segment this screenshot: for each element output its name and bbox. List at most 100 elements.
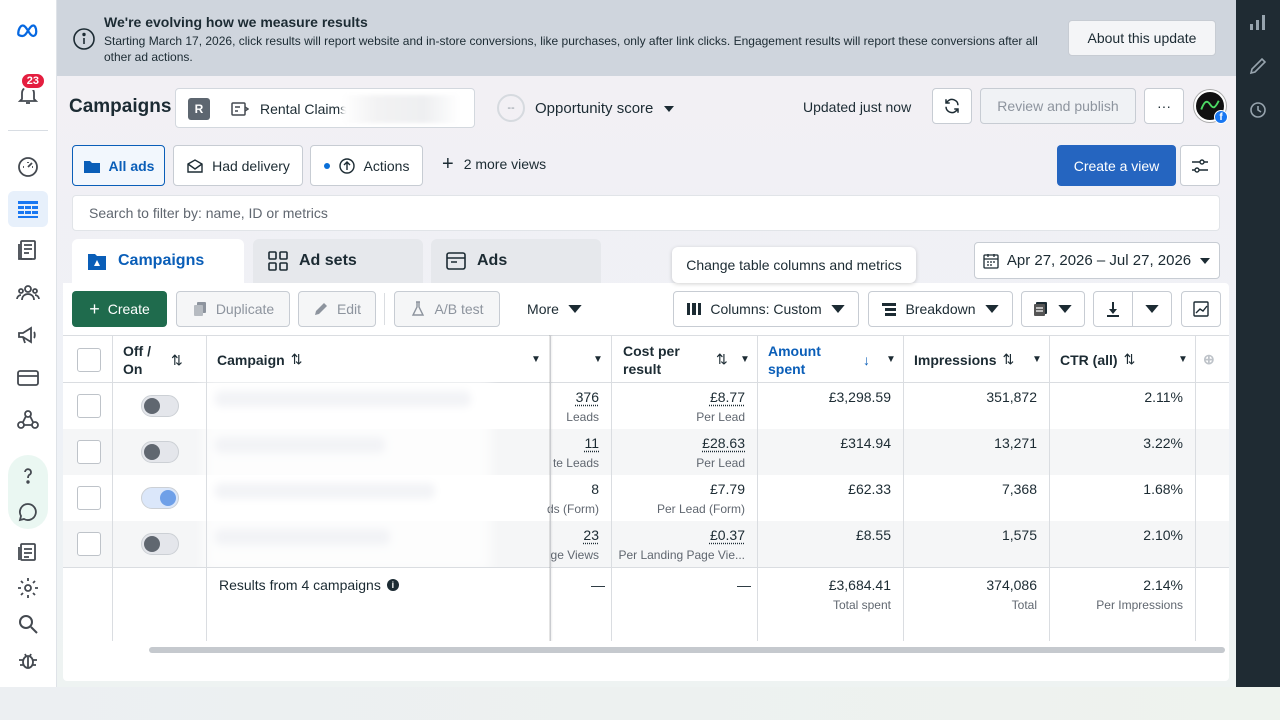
duplicate-button[interactable]: Duplicate [176, 291, 290, 327]
horizontal-scrollbar[interactable] [149, 647, 1225, 653]
dashboard-gauge-icon[interactable] [8, 149, 48, 185]
reports-button[interactable] [1021, 291, 1085, 327]
meta-logo-icon[interactable] [8, 12, 48, 48]
results-summary-label: Results from 4 campaigns [219, 577, 381, 593]
view-actions[interactable]: Actions [310, 145, 423, 186]
caret-down-icon[interactable]: ▼ [1178, 336, 1188, 383]
results-value[interactable]: 376 [549, 389, 599, 405]
pages-catalog-icon[interactable] [8, 232, 48, 268]
business-network-icon[interactable] [8, 402, 48, 438]
header-ctr[interactable]: CTR (all) ⇅ [1060, 336, 1170, 383]
history-clock-icon[interactable] [1248, 100, 1268, 120]
campaign-toggle[interactable] [141, 533, 179, 555]
campaign-toggle[interactable] [141, 395, 179, 417]
view-all-ads[interactable]: All ads [72, 145, 165, 186]
tab-campaigns[interactable]: Campaigns [72, 239, 244, 283]
audiences-people-icon[interactable] [8, 275, 48, 311]
select-all-checkbox[interactable] [77, 348, 101, 372]
sort-icon[interactable]: ⇅ [1124, 351, 1136, 368]
more-options-button[interactable]: ··· [1144, 88, 1184, 124]
cost-value[interactable]: £8.77 [623, 389, 745, 405]
export-button[interactable] [1093, 291, 1133, 327]
billing-card-icon[interactable] [8, 360, 48, 396]
user-avatar[interactable]: f [1194, 90, 1228, 124]
create-view-button[interactable]: Create a view [1057, 145, 1176, 186]
ab-test-button[interactable]: A/B test [394, 291, 500, 327]
caret-down-icon [984, 305, 999, 313]
caret-down-icon[interactable]: ▼ [886, 336, 896, 383]
header-impressions[interactable]: Impressions ⇅ [914, 336, 1034, 383]
search-filter-input[interactable]: Search to filter by: name, ID or metrics [72, 195, 1220, 231]
date-range-picker[interactable]: Apr 27, 2026 – Jul 27, 2026 [974, 242, 1220, 279]
bar-chart-icon[interactable] [1248, 12, 1268, 32]
sort-icon[interactable]: ⇅ [1002, 351, 1014, 368]
about-update-button[interactable]: About this update [1068, 20, 1216, 56]
sort-icon[interactable]: ⇅ [716, 336, 728, 383]
view-had-delivery[interactable]: Had delivery [173, 145, 303, 186]
header-ctr-label: CTR (all) [1060, 351, 1118, 368]
header-amount-spent[interactable]: Amount spent [768, 336, 848, 383]
header-off-on[interactable]: Off / On ⇅ [123, 336, 183, 383]
campaign-megaphone-icon[interactable] [8, 317, 48, 353]
results-value: 8 [591, 481, 599, 497]
row-checkbox[interactable] [77, 486, 101, 510]
notifications-bell-icon[interactable]: 23 [8, 72, 48, 112]
export-options-button[interactable] [1132, 291, 1172, 327]
info-icon[interactable]: i [386, 579, 399, 591]
view-settings-button[interactable] [1180, 145, 1220, 186]
sliders-icon [1192, 158, 1208, 173]
edit-button[interactable]: Edit [298, 291, 376, 327]
review-publish-button[interactable]: Review and publish [980, 88, 1136, 124]
tab-ad-sets[interactable]: Ad sets [253, 239, 423, 283]
more-actions-button[interactable]: More [510, 291, 600, 327]
header-cost-per-result[interactable]: Cost per result [623, 336, 703, 383]
bug-report-icon[interactable] [8, 642, 48, 678]
cost-value[interactable]: £0.37 [623, 527, 745, 543]
campaign-toggle[interactable] [141, 487, 179, 509]
notification-count-badge: 23 [19, 72, 46, 90]
results-value[interactable]: 11 [549, 435, 599, 451]
duplicate-icon [193, 302, 206, 316]
charts-button[interactable] [1181, 291, 1221, 327]
chat-bubble-icon[interactable] [8, 494, 48, 530]
search-placeholder: Search to filter by: name, ID or metrics [89, 205, 328, 221]
campaign-toggle[interactable] [141, 441, 179, 463]
cost-value[interactable]: £28.63 [623, 435, 745, 451]
caret-down-icon[interactable]: ▼ [531, 354, 541, 365]
row-checkbox[interactable] [77, 440, 101, 464]
right-tools-rail [1236, 0, 1280, 687]
ads-manager-table-icon[interactable] [8, 191, 48, 227]
caret-down-icon [830, 305, 845, 313]
caret-down-icon[interactable]: ▼ [740, 336, 750, 383]
edit-pencil-icon[interactable] [1248, 56, 1268, 76]
caret-down-icon[interactable]: ▼ [1032, 336, 1042, 383]
impressions-value: 351,872 [986, 389, 1037, 405]
reports-icon[interactable] [8, 534, 48, 570]
sort-icon[interactable]: ⇅ [291, 351, 303, 368]
search-icon[interactable] [8, 606, 48, 642]
sort-desc-icon[interactable]: ↓ [863, 336, 870, 383]
caret-down-icon [568, 305, 582, 313]
more-views-button[interactable]: + 2 more views [442, 154, 546, 174]
add-column-icon[interactable]: ⊕ [1203, 336, 1215, 383]
breakdown-label: Breakdown [905, 301, 976, 317]
help-question-icon[interactable] [8, 458, 48, 494]
header-campaign[interactable]: Campaign ⇅ ▼ [217, 336, 547, 383]
caret-down-icon[interactable]: ▼ [593, 336, 603, 383]
header-campaign-label: Campaign [217, 351, 285, 368]
columns-button[interactable]: Columns: Custom [673, 291, 859, 327]
tab-ads-label: Ads [477, 252, 508, 269]
row-checkbox[interactable] [77, 394, 101, 418]
results-value[interactable]: 23 [549, 527, 599, 543]
cost-label: Per Lead [696, 456, 745, 470]
caret-down-icon[interactable] [663, 102, 675, 114]
ad-account-selector[interactable]: R Rental Claims [175, 88, 475, 128]
row-checkbox[interactable] [77, 532, 101, 556]
opportunity-score-label[interactable]: Opportunity score [535, 100, 653, 117]
settings-gear-icon[interactable] [8, 570, 48, 606]
refresh-button[interactable] [932, 88, 972, 124]
breakdown-button[interactable]: Breakdown [868, 291, 1013, 327]
tab-ads[interactable]: Ads [431, 239, 601, 283]
create-button[interactable]: + Create [72, 291, 167, 327]
sort-icon[interactable]: ⇅ [171, 351, 183, 369]
